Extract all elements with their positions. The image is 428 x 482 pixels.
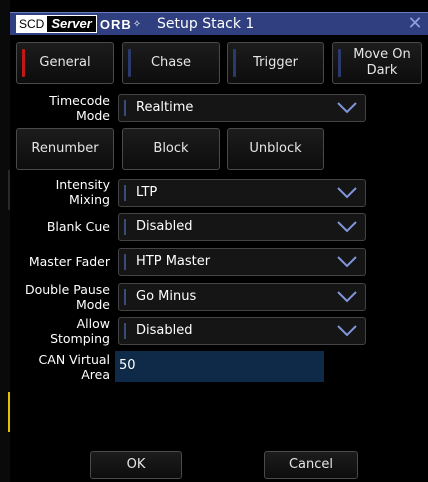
logo-orb: ORB	[99, 16, 132, 32]
app-logo: SCD Server ORB ✧	[16, 15, 142, 33]
window-title: Setup Stack 1	[157, 16, 255, 32]
setup-stack-dialog: SCD Server ORB ✧ Setup Stack 1 ✕ General Ch…	[10, 0, 428, 482]
ok-button[interactable]: OK	[90, 451, 182, 479]
chevron-down-icon	[337, 325, 357, 337]
timecode-mode-value: Realtime	[136, 100, 194, 115]
allow-stomping-label: Allow Stomping	[50, 316, 110, 346]
background-panel-edge	[0, 0, 10, 482]
tab-move-on-dark-label: Move On Dark	[353, 47, 411, 78]
tab-general[interactable]: General	[16, 42, 114, 84]
double-pause-mode-label: Double Pause Mode	[24, 282, 110, 312]
logo-server: Server	[46, 15, 97, 33]
master-fader-label: Master Fader	[28, 254, 110, 269]
renumber-label: Renumber	[31, 141, 99, 156]
chevron-down-icon	[337, 256, 357, 268]
select-accent	[124, 289, 126, 305]
logo-scd: SCD	[16, 15, 47, 33]
allow-stomping-select[interactable]: Disabled	[118, 317, 366, 345]
blank-cue-select[interactable]: Disabled	[118, 213, 366, 241]
block-label: Block	[153, 141, 189, 156]
blank-cue-value: Disabled	[136, 219, 193, 234]
block-button[interactable]: Block	[122, 128, 220, 170]
tab-move-on-dark[interactable]: Move On Dark	[332, 42, 422, 84]
unblock-button[interactable]: Unblock	[227, 128, 324, 170]
chevron-down-icon	[337, 187, 357, 199]
tab-trigger-label: Trigger	[253, 55, 298, 70]
close-icon[interactable]: ✕	[406, 13, 424, 35]
master-fader-select[interactable]: HTP Master	[118, 248, 366, 276]
intensity-mixing-select[interactable]: LTP	[118, 179, 366, 207]
select-accent	[124, 254, 126, 270]
select-accent	[124, 185, 126, 201]
chevron-down-icon	[337, 221, 357, 233]
screen: SCD Server ORB ✧ Setup Stack 1 ✕ General Ch…	[0, 0, 428, 482]
timecode-mode-select[interactable]: Realtime	[118, 94, 366, 122]
tab-trigger[interactable]: Trigger	[227, 42, 324, 84]
can-virtual-area-field[interactable]: 50	[115, 351, 324, 382]
tab-chase-label: Chase	[150, 55, 192, 70]
ok-label: OK	[126, 457, 146, 472]
select-accent	[124, 219, 126, 235]
intensity-mixing-value: LTP	[136, 185, 158, 200]
select-accent	[124, 323, 126, 339]
double-pause-mode-value: Go Minus	[136, 289, 197, 304]
master-fader-value: HTP Master	[136, 254, 211, 269]
double-pause-mode-select[interactable]: Go Minus	[118, 283, 366, 311]
tab-chase[interactable]: Chase	[122, 42, 220, 84]
can-virtual-area-label: CAN Virtual Area	[38, 352, 110, 382]
unblock-label: Unblock	[249, 141, 302, 156]
intensity-mixing-label: Intensity Mixing	[55, 177, 110, 207]
title-bar: SCD Server ORB ✧ Setup Stack 1 ✕	[10, 12, 428, 35]
orb-mark-icon: ✧	[132, 18, 142, 30]
chevron-down-icon	[337, 102, 357, 114]
tab-general-label: General	[39, 55, 91, 70]
cancel-button[interactable]: Cancel	[264, 451, 358, 479]
select-accent	[124, 100, 126, 116]
renumber-button[interactable]: Renumber	[16, 128, 114, 170]
blank-cue-label: Blank Cue	[46, 219, 110, 234]
timecode-mode-label: Timecode Mode	[49, 93, 110, 123]
cancel-label: Cancel	[288, 457, 334, 472]
chevron-down-icon	[337, 291, 357, 303]
allow-stomping-value: Disabled	[136, 323, 193, 338]
